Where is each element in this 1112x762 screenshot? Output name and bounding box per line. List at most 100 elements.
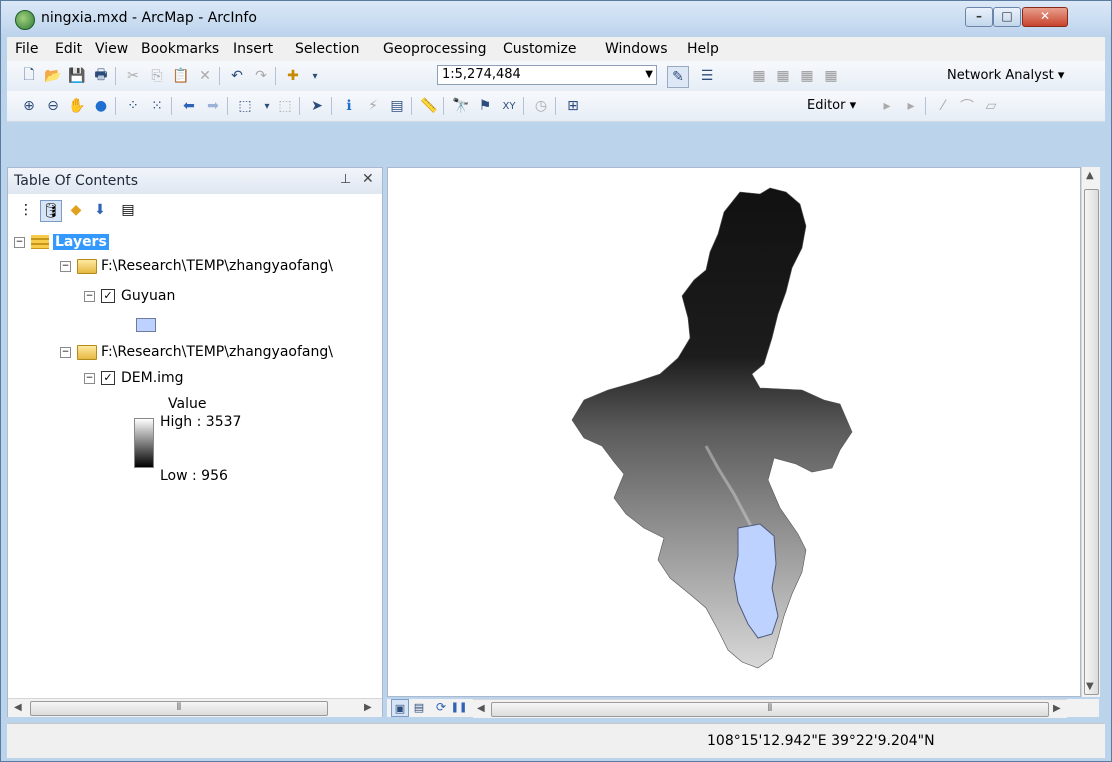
html-popup-icon[interactable]: ▤ [387, 96, 407, 116]
search-window-icon[interactable]: ▦ [773, 66, 793, 86]
curve-segment-icon[interactable]: ⌒ [957, 96, 977, 116]
viewer-window-icon[interactable]: ⊞ [563, 96, 583, 116]
chevron-down-icon[interactable]: ▼ [645, 66, 653, 84]
list-by-visibility-icon[interactable]: ◆ [66, 200, 86, 220]
scroll-up-icon[interactable]: ▲ [1086, 170, 1094, 181]
menu-insert[interactable]: Insert [233, 41, 273, 57]
find-route-icon[interactable]: ⚑ [475, 96, 495, 116]
fixed-zoom-out-icon[interactable]: ⁙ [147, 96, 167, 116]
minimize-button[interactable]: – [965, 7, 993, 27]
editor-toolbar-icon[interactable]: ✎ [667, 66, 689, 88]
scroll-left-icon[interactable]: ◀ [14, 702, 22, 713]
source-folder-2[interactable]: − F:\Research\TEMP\zhangyaofang\ [60, 344, 333, 364]
zoom-out-icon[interactable]: ⊖ [43, 96, 63, 116]
layout-view-icon[interactable]: ▤ [411, 699, 427, 715]
undo-icon[interactable]: ↶ [227, 66, 247, 86]
cut-icon[interactable]: ✂ [123, 66, 143, 86]
toc-horizontal-scrollbar[interactable]: ◀ ⦀ ▶ [8, 698, 382, 717]
scroll-right-icon[interactable]: ▶ [1053, 703, 1061, 714]
menu-customize[interactable]: Customize [503, 41, 577, 57]
copy-icon[interactable]: ⎘ [147, 66, 167, 86]
layer-dem[interactable]: − ✓ DEM.img [84, 370, 184, 390]
edit-annotation-icon[interactable]: ▸ [901, 96, 921, 116]
menu-windows[interactable]: Windows [605, 41, 668, 57]
time-slider-icon[interactable]: ◷ [531, 96, 551, 116]
layer-visibility-checkbox[interactable]: ✓ [101, 371, 115, 385]
collapse-icon[interactable]: − [60, 260, 71, 272]
add-data-dropdown-icon[interactable]: ▾ [305, 66, 325, 86]
options-icon[interactable]: ▤ [118, 200, 138, 220]
find-binoculars-icon[interactable]: 🔭 [451, 96, 471, 116]
redo-icon[interactable]: ↷ [251, 66, 271, 86]
menu-selection[interactable]: Selection [295, 41, 360, 57]
collapse-icon[interactable]: − [84, 290, 95, 302]
layers-label[interactable]: Layers [53, 234, 109, 250]
menu-geoprocessing[interactable]: Geoprocessing [383, 41, 486, 57]
network-analyst-menu[interactable]: Network Analyst ▾ [947, 68, 1064, 83]
menu-view[interactable]: View [95, 41, 128, 57]
layer-visibility-checkbox[interactable]: ✓ [101, 289, 115, 303]
map-horizontal-scrollbar[interactable]: ◀ ⦀ ▶ [473, 699, 1067, 718]
scroll-down-icon[interactable]: ▼ [1086, 681, 1094, 692]
data-view-icon[interactable]: ▣ [391, 699, 409, 717]
add-data-icon[interactable]: ✚ [283, 66, 303, 86]
select-features-icon[interactable]: ⬚ [235, 96, 255, 116]
measure-icon[interactable]: 📏 [419, 96, 439, 116]
new-document-icon[interactable]: 🗋 [19, 66, 39, 86]
list-by-source-icon[interactable]: 🛢 [40, 200, 62, 222]
scroll-thumb[interactable]: ⦀ [491, 702, 1049, 717]
polygon-symbol-swatch[interactable] [136, 318, 156, 332]
collapse-icon[interactable]: − [84, 372, 95, 384]
layers-data-frame[interactable]: − Layers [14, 234, 109, 254]
map-scale-combobox[interactable]: 1:5,274,484 ▼ [437, 65, 657, 85]
pause-drawing-icon[interactable]: ❚❚ [451, 699, 468, 715]
identify-icon[interactable]: ℹ [339, 96, 359, 116]
back-extent-icon[interactable]: ⬅ [179, 96, 199, 116]
map-vertical-scrollbar[interactable]: ▲ ▼ [1081, 167, 1100, 697]
refresh-icon[interactable]: ⟳ [433, 699, 449, 715]
go-to-xy-icon[interactable]: XY [499, 96, 519, 116]
edit-tool-icon[interactable]: ▸ [877, 96, 897, 116]
zoom-in-icon[interactable]: ⊕ [19, 96, 39, 116]
arctoolbox-icon[interactable]: ▦ [797, 66, 817, 86]
hyperlink-icon[interactable]: ⚡ [363, 96, 383, 116]
catalog-icon[interactable]: ▦ [749, 66, 769, 86]
dem-raster[interactable] [571, 187, 853, 669]
collapse-icon[interactable]: − [60, 346, 71, 358]
pin-icon[interactable]: ⊥ [340, 172, 351, 187]
map-canvas[interactable] [388, 168, 1081, 697]
elevation-color-ramp[interactable] [134, 418, 154, 468]
menu-edit[interactable]: Edit [55, 41, 82, 57]
print-icon[interactable]: 🖶 [91, 66, 111, 86]
scroll-left-icon[interactable]: ◀ [477, 703, 485, 714]
table-of-contents-icon[interactable]: ☰ [697, 66, 717, 86]
editor-menu[interactable]: Editor ▾ [807, 98, 856, 113]
menu-file[interactable]: File [15, 41, 38, 57]
save-icon[interactable]: 💾 [67, 66, 87, 86]
fixed-zoom-in-icon[interactable]: ⁘ [123, 96, 143, 116]
straight-segment-icon[interactable]: ⁄ [933, 96, 953, 116]
menu-bookmarks[interactable]: Bookmarks [141, 41, 219, 57]
scroll-right-icon[interactable]: ▶ [364, 702, 372, 713]
paste-icon[interactable]: 📋 [171, 66, 191, 86]
close-button[interactable]: ✕ [1022, 7, 1068, 27]
scroll-thumb[interactable]: ⦀ [30, 701, 328, 716]
full-extent-globe-icon[interactable]: ● [91, 96, 111, 116]
select-dropdown-icon[interactable]: ▾ [257, 96, 277, 116]
source-folder-1[interactable]: − F:\Research\TEMP\zhangyaofang\ [60, 258, 333, 278]
delete-icon[interactable]: ✕ [195, 66, 215, 86]
select-elements-arrow-icon[interactable]: ➤ [307, 96, 327, 116]
construction-tools-icon[interactable]: ▱ [981, 96, 1001, 116]
map-view[interactable] [387, 167, 1081, 697]
clear-selection-icon[interactable]: ⬚ [275, 96, 295, 116]
pan-hand-icon[interactable]: ✋ [67, 96, 87, 116]
python-window-icon[interactable]: ▦ [821, 66, 841, 86]
collapse-icon[interactable]: − [14, 236, 25, 248]
list-by-drawing-order-icon[interactable]: ⋮ [16, 200, 36, 220]
layer-guyuan[interactable]: − ✓ Guyuan [84, 288, 175, 308]
list-by-selection-icon[interactable]: ⬇ [90, 200, 110, 220]
scroll-thumb[interactable] [1084, 189, 1099, 695]
forward-extent-icon[interactable]: ➡ [203, 96, 223, 116]
title-bar[interactable]: ningxia.mxd - ArcMap - ArcInfo – □ ✕ [1, 1, 1111, 37]
open-folder-icon[interactable]: 📂 [43, 66, 63, 86]
